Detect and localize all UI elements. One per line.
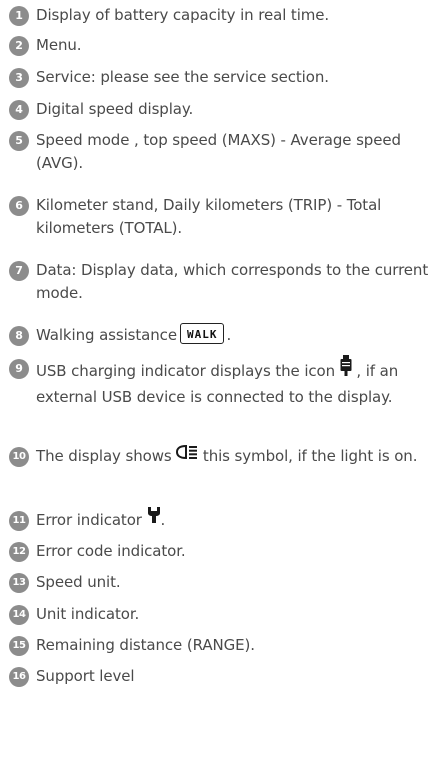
item-text: Menu. [36,36,82,54]
number-badge: 5 [9,131,29,151]
item-text-after: this symbol, if the light is on. [202,447,418,465]
number-badge: 1 [9,6,29,26]
list-item: 9 USB charging indicator displays the ic… [9,355,439,409]
list-item: 13 Speed unit. [9,571,439,594]
list-item: 1 Display of battery capacity in real ti… [9,4,439,27]
number-badge: 9 [9,359,29,379]
number-badge: 4 [9,100,29,120]
headlight-icon [176,443,198,466]
list-item: 5 Speed mode , top speed (MAXS) - Averag… [9,129,439,175]
item-text: USB charging indicator displays the icon… [36,355,439,409]
item-text-before: Walking assistance [36,326,177,344]
item-text: Digital speed display. [36,100,194,118]
number-badge: 3 [9,68,29,88]
list-item: 12 Error code indicator. [9,540,439,563]
legend-list: 1 Display of battery capacity in real ti… [0,0,443,763]
number-badge: 13 [9,573,29,593]
number-badge: 6 [9,196,29,216]
number-badge: 8 [9,326,29,346]
list-item: 14 Unit indicator. [9,603,439,626]
item-text-before: The display shows [36,447,172,465]
number-badge: 7 [9,261,29,281]
item-text: Data: Display data, which corresponds to… [36,261,429,302]
list-item: 16 Support level [9,665,439,688]
list-item: 4 Digital speed display. [9,98,439,121]
item-text: Service: please see the service section. [36,68,329,86]
item-text-after: . [226,326,232,344]
number-badge: 14 [9,605,29,625]
usb-charging-icon [340,355,352,384]
number-badge: 16 [9,667,29,687]
item-text: The display shows this symbol, if the li… [36,443,439,468]
list-item: 10 The display shows this symbol, if the… [9,443,439,468]
list-item: 15 Remaining distance (RANGE). [9,634,439,657]
number-badge: 11 [9,511,29,531]
item-text: Error indicator . [36,507,439,532]
number-badge: 15 [9,636,29,656]
item-text: Support level [36,667,135,685]
item-text: Walking assistance WALK. [36,323,439,347]
item-text: Speed unit. [36,573,121,591]
list-item: 8 Walking assistance WALK. [9,323,439,347]
number-badge: 12 [9,542,29,562]
list-item: 2 Menu. [9,34,439,57]
item-text: Remaining distance (RANGE). [36,636,255,654]
item-text-before: Error indicator [36,511,142,529]
list-item: 3 Service: please see the service sectio… [9,66,439,89]
item-text: Kilometer stand, Daily kilometers (TRIP)… [36,196,382,237]
walk-badge-label: WALK [186,328,218,341]
list-item: 6 Kilometer stand, Daily kilometers (TRI… [9,194,439,240]
item-text: Unit indicator. [36,605,140,623]
item-text: Display of battery capacity in real time… [36,6,330,24]
list-item: 7 Data: Display data, which corresponds … [9,259,439,305]
walk-badge: WALK [179,323,225,344]
number-badge: 10 [9,447,29,467]
wrench-icon [147,507,161,530]
item-text-before: USB charging indicator displays the icon [36,362,336,380]
item-text-after: . [160,511,166,529]
item-text: Speed mode , top speed (MAXS) - Average … [36,131,401,172]
list-item: 11 Error indicator . [9,507,439,532]
item-text: Error code indicator. [36,542,186,560]
number-badge: 2 [9,36,29,56]
